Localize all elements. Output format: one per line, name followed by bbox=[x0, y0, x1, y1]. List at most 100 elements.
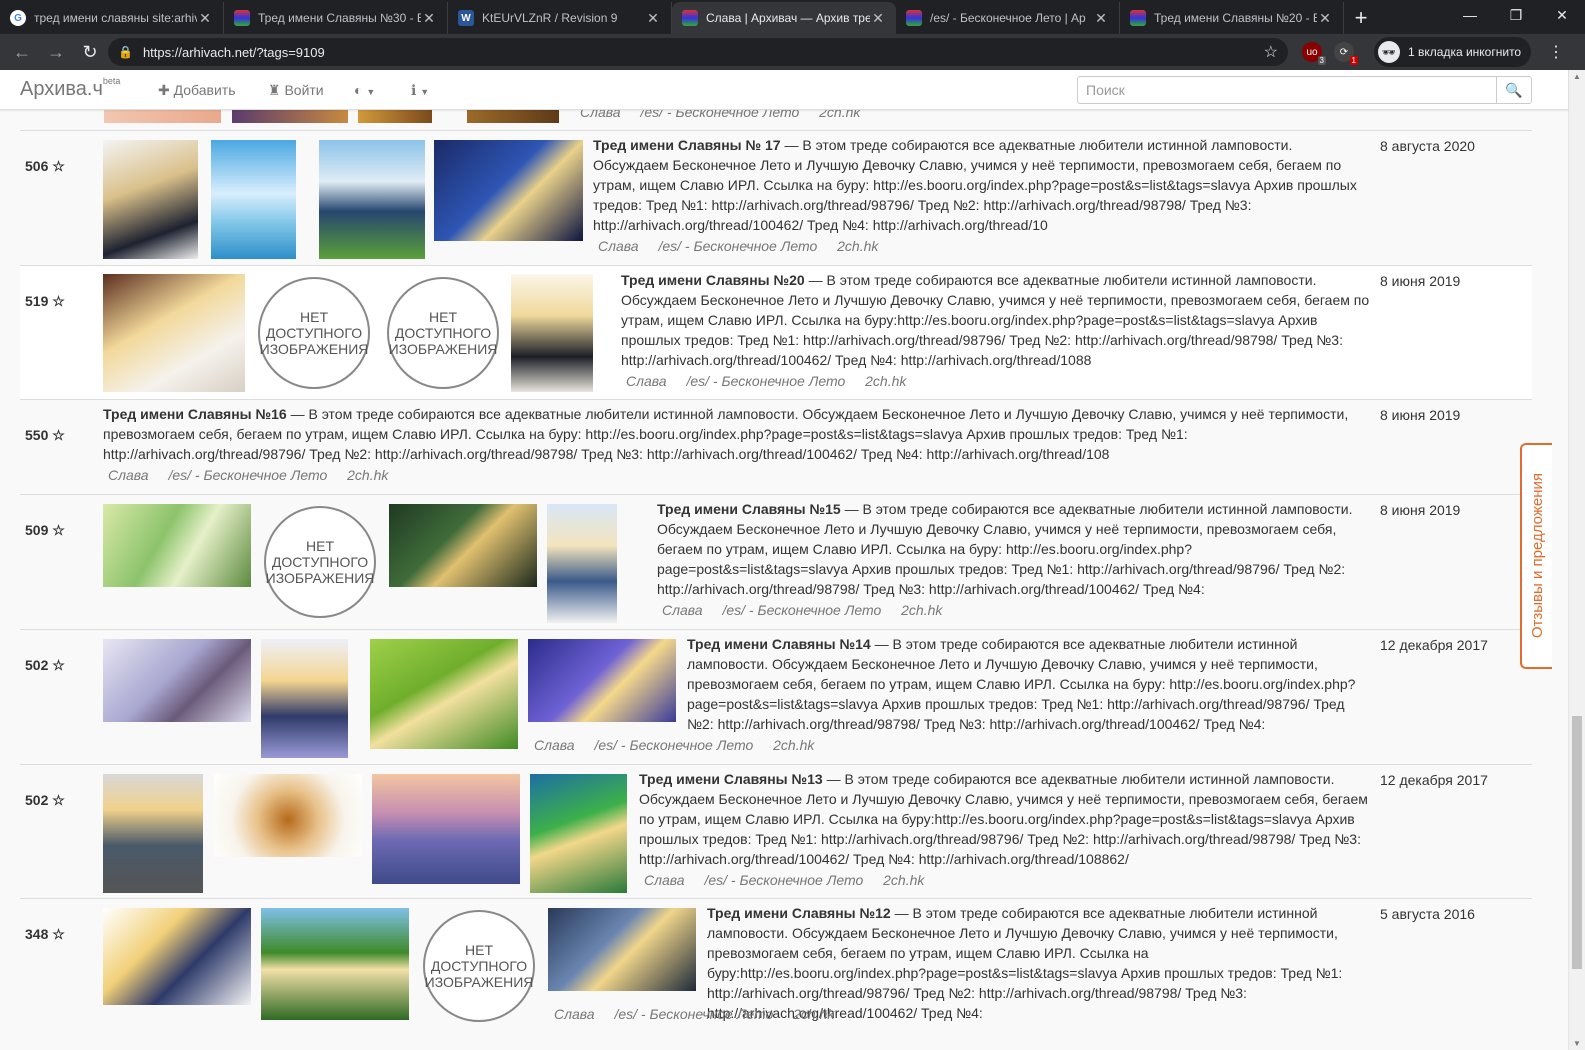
thread-thumbnail[interactable] bbox=[319, 140, 425, 259]
thread-tags: Слава /es/ - Бесконечное Лето 2ch.hk bbox=[662, 602, 958, 618]
reload-icon[interactable]: ↻ bbox=[74, 36, 106, 68]
thread-thumbnail[interactable] bbox=[103, 774, 203, 893]
thread-title[interactable]: Тред имени Славяны №13 bbox=[639, 771, 823, 787]
thread-thumbnail[interactable] bbox=[103, 908, 251, 1005]
close-window-icon[interactable]: ✕ bbox=[1539, 0, 1585, 30]
tag-link[interactable]: Слава bbox=[534, 737, 575, 753]
minimize-icon[interactable]: — bbox=[1447, 0, 1493, 30]
tag-link[interactable]: 2ch.hk bbox=[793, 1006, 834, 1022]
brand-text: Архива.ч bbox=[20, 78, 103, 100]
thread-title[interactable]: Тред имени Славяны №14 bbox=[687, 636, 871, 652]
tag-link[interactable]: 2ch.hk bbox=[837, 238, 878, 254]
browser-tab-active[interactable]: Слава | Архивач — Архив тре ✕ bbox=[672, 2, 896, 34]
thread-title[interactable]: Тред имени Славяны №16 bbox=[103, 406, 287, 422]
ublock-extension-icon[interactable]: uo 3 bbox=[1302, 42, 1326, 65]
thread-title[interactable]: Тред имени Славяны №15 bbox=[657, 501, 841, 517]
new-tab-button[interactable]: + bbox=[1344, 2, 1378, 34]
caret-down-icon: ▼ bbox=[420, 87, 430, 97]
back-icon[interactable]: ← bbox=[6, 36, 38, 68]
thread-description: Тред имени Славяны №16 — В этом треде со… bbox=[103, 404, 1363, 464]
tag-link[interactable]: /es/ - Бесконечное Лето bbox=[168, 467, 327, 483]
tag-link[interactable]: Слава bbox=[662, 602, 703, 618]
tag-link[interactable]: /es/ - Бесконечное Лето bbox=[614, 1006, 773, 1022]
thread-thumbnail[interactable] bbox=[103, 504, 251, 587]
page-scrollbar[interactable]: ▲ ▼ bbox=[1568, 70, 1585, 1050]
thread-thumbnail[interactable] bbox=[372, 774, 520, 884]
login-button[interactable]: ♜ Войти bbox=[268, 82, 324, 99]
incognito-indicator[interactable]: 🕶 1 вкладка инкогнито bbox=[1374, 37, 1532, 67]
tag-link[interactable]: Слава bbox=[108, 467, 149, 483]
thread-thumbnail[interactable] bbox=[211, 140, 296, 259]
thread-title[interactable]: Тред имени Славяны № 17 bbox=[593, 137, 781, 153]
menu-kebab-icon[interactable]: ⋮ bbox=[1548, 42, 1564, 62]
tag-link[interactable]: /es/ - Бесконечное Лето bbox=[594, 737, 753, 753]
thread-thumbnail[interactable] bbox=[530, 774, 627, 893]
tab-title: тред имени славяны site:arhiv bbox=[34, 11, 197, 25]
extension-icon[interactable]: ⟳ 1 bbox=[1334, 42, 1358, 65]
tag-link[interactable]: /es/ - Бесконечное Лето bbox=[686, 373, 845, 389]
thread-title[interactable]: Тред имени Славяны №12 bbox=[707, 905, 891, 921]
scrollbar-thumb[interactable] bbox=[1572, 716, 1582, 969]
restore-icon[interactable]: ❐ bbox=[1493, 0, 1539, 30]
theme-dropdown[interactable]: ◐ ▼ bbox=[354, 82, 375, 98]
thread-thumbnail[interactable] bbox=[214, 774, 362, 857]
tag-link[interactable]: /es/ - Бесконечное Лето bbox=[722, 602, 881, 618]
scroll-down-icon[interactable]: ▼ bbox=[1573, 1039, 1581, 1048]
thread-row: 502 ☆ Тред имени Славяны №13 — В этом тр… bbox=[20, 764, 1532, 898]
browser-tab[interactable]: Тред имени Славяны №30 - E ✕ bbox=[224, 2, 448, 34]
tag-link[interactable]: Слава bbox=[644, 872, 685, 888]
tag-link[interactable]: Слава bbox=[598, 238, 639, 254]
close-tab-icon[interactable]: ✕ bbox=[421, 10, 437, 27]
tag-link[interactable]: 2ch.hk bbox=[347, 467, 388, 483]
tag-link[interactable]: 2ch.hk bbox=[883, 872, 924, 888]
thread-description: Тред имени Славяны № 17 — В этом треде с… bbox=[593, 135, 1370, 235]
thread-thumbnail[interactable] bbox=[103, 140, 198, 259]
thread-thumbnail[interactable] bbox=[103, 274, 245, 392]
feedback-tab[interactable]: Отзывы и предложения bbox=[1520, 443, 1552, 669]
browser-tab[interactable]: /es/ - Бесконечное Лето | Ар ✕ bbox=[896, 2, 1120, 34]
close-tab-icon[interactable]: ✕ bbox=[645, 10, 661, 27]
site-brand[interactable]: Архива.чbeta bbox=[20, 76, 120, 101]
thread-thumbnail[interactable] bbox=[261, 908, 409, 1020]
tag-link[interactable]: 2ch.hk bbox=[865, 373, 906, 389]
close-tab-icon[interactable]: ✕ bbox=[1317, 10, 1333, 27]
close-tab-icon[interactable]: ✕ bbox=[197, 10, 213, 27]
thread-thumbnail[interactable] bbox=[511, 274, 593, 392]
info-icon: ℹ bbox=[411, 82, 417, 98]
forward-icon[interactable]: → bbox=[40, 36, 72, 68]
search-button[interactable]: 🔍 bbox=[1496, 76, 1532, 104]
tab-title: Слава | Архивач — Архив тре bbox=[706, 11, 870, 25]
thread-thumbnail[interactable] bbox=[548, 908, 696, 991]
thread-thumbnail[interactable] bbox=[103, 639, 251, 722]
lock-icon: 🔒 bbox=[118, 45, 133, 59]
tag-link[interactable]: /es/ - Бесконечное Лето bbox=[704, 872, 863, 888]
search-input[interactable]: Поиск bbox=[1077, 76, 1497, 104]
thread-date: 12 декабря 2017 bbox=[1380, 637, 1488, 653]
browser-tab[interactable]: G тред имени славяны site:arhiv ✕ bbox=[0, 2, 224, 34]
thread-title[interactable]: Тред имени Славяны №20 bbox=[621, 272, 805, 288]
address-bar[interactable]: 🔒 https://arhivach.net/?tags=9109 ☆ bbox=[108, 38, 1288, 66]
thread-thumbnail[interactable] bbox=[389, 504, 537, 587]
thread-tags: Слава /es/ - Бесконечное Лето 2ch.hk bbox=[108, 467, 404, 483]
thread-date: 8 июня 2019 bbox=[1380, 407, 1461, 423]
thread-thumbnail[interactable] bbox=[370, 639, 518, 749]
close-tab-icon[interactable]: ✕ bbox=[870, 10, 886, 27]
bookmark-star-icon[interactable]: ☆ bbox=[1264, 42, 1278, 62]
thread-thumbnail[interactable] bbox=[434, 140, 583, 241]
tag-link[interactable]: 2ch.hk bbox=[773, 737, 814, 753]
tag-link[interactable]: Слава bbox=[626, 373, 667, 389]
info-dropdown[interactable]: ℹ ▼ bbox=[411, 82, 429, 99]
thread-thumbnail[interactable] bbox=[547, 504, 617, 623]
close-tab-icon[interactable]: ✕ bbox=[1093, 10, 1109, 27]
tab-title: Тред имени Славяны №20 - E bbox=[1154, 11, 1317, 25]
thread-thumbnail[interactable] bbox=[261, 639, 348, 758]
tag-link[interactable]: /es/ - Бесконечное Лето bbox=[658, 238, 817, 254]
browser-tab[interactable]: Тред имени Славяны №20 - E ✕ bbox=[1120, 2, 1344, 34]
add-button[interactable]: ✚ Добавить bbox=[158, 82, 236, 99]
tag-link[interactable]: Слава bbox=[554, 1006, 595, 1022]
tag-link[interactable]: 2ch.hk bbox=[901, 602, 942, 618]
browser-tab[interactable]: W KtEUrVLZnR / Revision 9 ✕ bbox=[448, 2, 672, 34]
scroll-up-icon[interactable]: ▲ bbox=[1573, 72, 1581, 81]
thread-thumbnail[interactable] bbox=[528, 639, 676, 722]
thread-description: Тред имени Славяны №13 — В этом треде со… bbox=[639, 769, 1369, 869]
